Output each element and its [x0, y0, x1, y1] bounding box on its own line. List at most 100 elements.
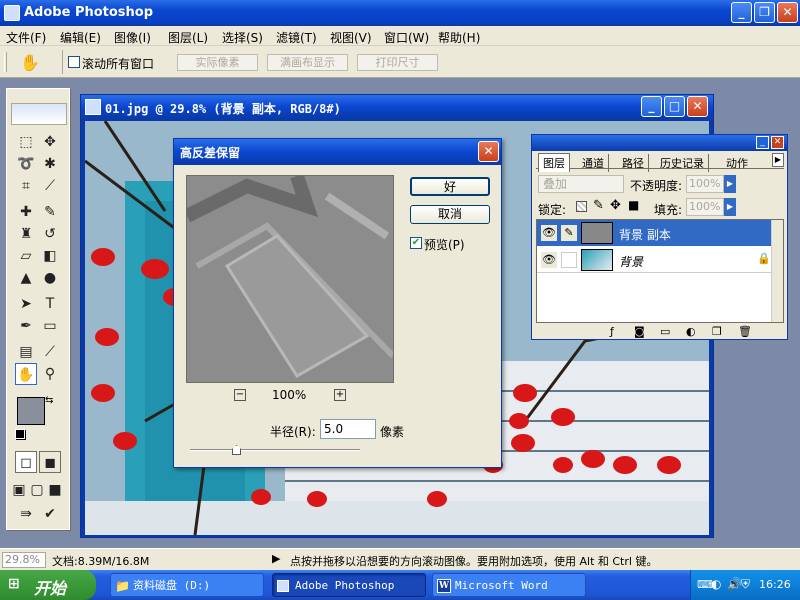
layer-name[interactable]: 背景: [619, 253, 643, 270]
print-size-button[interactable]: 打印尺寸: [357, 54, 438, 71]
speaker-icon[interactable]: 🔊: [727, 577, 742, 591]
lock-pixels-icon[interactable]: ✎: [593, 198, 604, 213]
layers-scrollbar[interactable]: [771, 220, 783, 322]
slice-tool-icon[interactable]: ⟋: [39, 175, 61, 197]
menu-view[interactable]: 视图(V): [330, 29, 372, 46]
lock-position-icon[interactable]: ✥: [610, 198, 621, 213]
hand-tool-icon[interactable]: ✋: [15, 363, 37, 385]
menu-file[interactable]: 文件(F): [6, 29, 46, 46]
lock-transparency-icon[interactable]: [576, 201, 587, 212]
menu-layer[interactable]: 图层(L): [168, 29, 208, 46]
menu-edit[interactable]: 编辑(E): [60, 29, 101, 46]
tab-paths[interactable]: 路径: [618, 154, 649, 172]
notes-tool-icon[interactable]: ▤: [15, 341, 37, 363]
zoom-out-button[interactable]: −: [234, 389, 246, 401]
doc-minimize-button[interactable]: _: [641, 96, 662, 117]
lasso-tool-icon[interactable]: ➰: [15, 153, 37, 175]
tab-channels[interactable]: 通道: [578, 154, 609, 172]
history-brush-tool-icon[interactable]: ↺: [39, 223, 61, 245]
tab-actions[interactable]: 动作: [722, 154, 752, 172]
status-arrow-icon[interactable]: ▶: [272, 552, 280, 565]
eyedropper-tool-icon[interactable]: ⟋: [39, 341, 61, 363]
actual-pixels-button[interactable]: 实际像素: [177, 54, 258, 71]
marquee-tool-icon[interactable]: ⬚: [15, 131, 37, 153]
tab-history[interactable]: 历史记录: [656, 154, 709, 172]
link-slot[interactable]: [561, 252, 577, 268]
dialog-close-button[interactable]: ✕: [478, 141, 499, 162]
blend-mode-select[interactable]: 叠加: [538, 175, 624, 193]
minimize-button[interactable]: _: [731, 2, 752, 23]
radius-slider-thumb[interactable]: [232, 445, 241, 455]
fill-input[interactable]: 100%: [686, 198, 724, 216]
menu-image[interactable]: 图像(I): [114, 29, 151, 46]
layer-mask-icon[interactable]: ◙: [634, 325, 645, 338]
screen-mode-standard-icon[interactable]: ▣: [11, 479, 27, 501]
filter-preview[interactable]: [186, 175, 394, 383]
new-group-icon[interactable]: ▭: [660, 325, 670, 338]
restore-button[interactable]: ❐: [754, 2, 775, 23]
doc-maximize-button[interactable]: □: [664, 96, 685, 117]
layer-name[interactable]: 背景 副本: [619, 226, 671, 243]
cancel-button[interactable]: 取消: [410, 205, 490, 224]
opacity-slider-arrow-icon[interactable]: ▶: [724, 175, 736, 193]
trash-icon[interactable]: 🗑: [738, 325, 752, 338]
adjustment-layer-icon[interactable]: ◐: [686, 325, 696, 338]
screen-mode-full-icon[interactable]: ■: [47, 479, 63, 501]
clone-stamp-tool-icon[interactable]: ♜: [15, 223, 37, 245]
brush-tool-icon[interactable]: ✎: [39, 201, 61, 223]
task-drive-d[interactable]: 📁 资料磁盘 (D:): [110, 573, 264, 597]
menu-window[interactable]: 窗口(W): [384, 29, 429, 46]
layer-style-icon[interactable]: ƒ: [610, 325, 614, 338]
shield-icon[interactable]: ⛨: [741, 577, 750, 592]
preview-checkbox[interactable]: ✔: [410, 237, 422, 249]
screen-mode-full-menu-icon[interactable]: ▢: [29, 479, 45, 501]
radius-input[interactable]: 5.0: [320, 419, 376, 439]
menu-filter[interactable]: 滤镜(T): [276, 29, 317, 46]
tab-layers[interactable]: 图层: [538, 153, 570, 172]
fill-slider-arrow-icon[interactable]: ▶: [724, 198, 736, 216]
default-colors-icon[interactable]: [15, 429, 25, 439]
eraser-tool-icon[interactable]: ▱: [15, 245, 37, 267]
layer-row-background[interactable]: 👁 背景 🔒: [537, 247, 771, 273]
doc-close-button[interactable]: ✕: [687, 96, 708, 117]
healing-brush-tool-icon[interactable]: ✚: [15, 201, 37, 223]
lock-all-icon[interactable]: ■: [628, 198, 639, 212]
panel-menu-arrow-icon[interactable]: ▶: [772, 153, 784, 167]
gradient-tool-icon[interactable]: ◧: [39, 245, 61, 267]
task-word[interactable]: W Microsoft Word: [432, 573, 586, 597]
shape-tool-icon[interactable]: ▭: [39, 315, 61, 337]
blur-tool-icon[interactable]: ▲: [15, 267, 37, 289]
menu-select[interactable]: 选择(S): [222, 29, 263, 46]
edit-in-imageready-icon[interactable]: ✔: [39, 503, 61, 525]
move-tool-icon[interactable]: ✥: [39, 131, 61, 153]
path-selection-tool-icon[interactable]: ➤: [15, 293, 37, 315]
panel-minimize-button[interactable]: _: [756, 136, 769, 149]
foreground-color-swatch[interactable]: [17, 397, 45, 425]
zoom-tool-icon[interactable]: ⚲: [39, 363, 61, 385]
start-button[interactable]: ⊞ 开始: [0, 570, 96, 600]
visibility-eye-icon[interactable]: 👁: [541, 225, 557, 241]
crop-tool-icon[interactable]: ⌗: [15, 175, 37, 197]
pen-tool-icon[interactable]: ✒: [15, 315, 37, 337]
new-layer-icon[interactable]: ❐: [712, 325, 722, 338]
swap-colors-icon[interactable]: ⇆: [45, 395, 53, 406]
layer-row-background-copy[interactable]: 👁 ✎ 背景 副本: [537, 220, 771, 246]
opacity-input[interactable]: 100%: [686, 175, 724, 193]
type-tool-icon[interactable]: T: [39, 293, 61, 315]
scroll-all-checkbox[interactable]: [68, 56, 80, 68]
magic-wand-tool-icon[interactable]: ✱: [39, 153, 61, 175]
visibility-eye-icon[interactable]: 👁: [541, 252, 557, 268]
panel-close-button[interactable]: ✕: [771, 136, 784, 149]
brush-link-icon[interactable]: ✎: [561, 225, 577, 241]
fit-screen-button[interactable]: 满画布显示: [267, 54, 348, 71]
zoom-in-button[interactable]: +: [334, 389, 346, 401]
zoom-field[interactable]: 29.8%: [2, 552, 46, 568]
dodge-tool-icon[interactable]: ●: [39, 267, 61, 289]
jump-to-imageready-icon[interactable]: ⇛: [15, 503, 37, 525]
task-photoshop[interactable]: Adobe Photoshop: [272, 573, 426, 597]
standard-mode-icon[interactable]: ◻: [15, 451, 37, 473]
menu-help[interactable]: 帮助(H): [438, 29, 480, 46]
radius-slider-track[interactable]: [190, 449, 360, 451]
network-icon[interactable]: ◐: [711, 577, 721, 591]
quick-mask-mode-icon[interactable]: ◼: [39, 451, 61, 473]
